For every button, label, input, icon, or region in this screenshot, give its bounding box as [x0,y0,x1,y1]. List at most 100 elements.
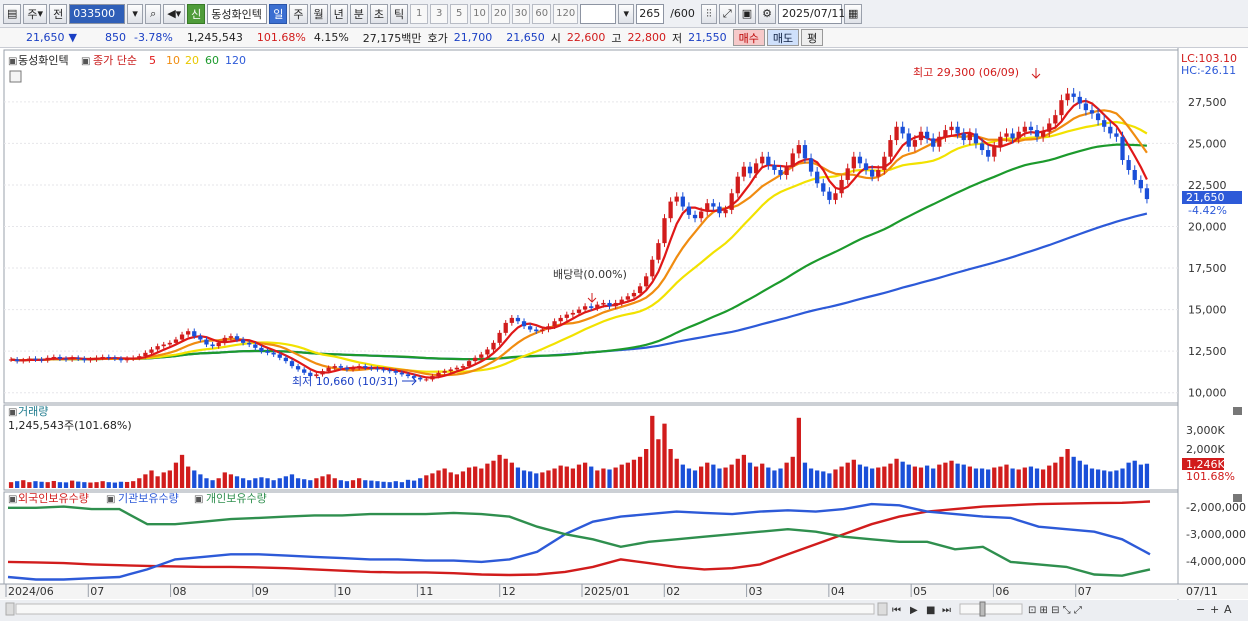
auto-scale-icon[interactable]: A [1224,603,1232,616]
volume-bar [570,468,576,488]
candle-body [82,358,87,361]
price-tick: 15,000 [1188,304,1227,317]
volume-bar [753,466,759,488]
volume-bar [876,467,881,488]
period-year[interactable]: 년 [329,3,348,24]
search-icon[interactable]: ⌕ [145,3,162,24]
minute-option-1[interactable]: 1 [410,3,429,24]
period-day[interactable]: 일 [269,3,288,24]
candle-body [357,366,362,368]
save-icon[interactable]: ▣ [737,3,757,24]
volume-bar [253,478,258,488]
volume-bar [76,481,81,488]
market-type-select[interactable]: 주 ▾ [23,3,48,24]
legend-ma60: 60 [205,54,219,67]
candle-body [1077,96,1082,104]
holdings-tick-2m: -2,000,000 [1186,501,1246,514]
minute-option-3[interactable]: 3 [430,3,449,24]
calendar-icon[interactable]: ▦ [844,3,863,24]
volume-bar [1016,469,1021,488]
zoom-icons[interactable]: ⊡ ⊞ ⊟ ⤡ ⤢ [1028,605,1082,616]
minute-option-20[interactable]: 20 [490,3,510,24]
chart-type-icon[interactable]: ⫶⫶ [700,3,717,24]
volume-bar [668,449,673,488]
volume-bar [326,474,331,488]
zoom-slider[interactable] [959,603,1023,615]
period-minute[interactable]: 분 [349,3,368,24]
minute-option-120[interactable]: 120 [553,3,579,24]
scroll-left-button[interactable] [5,602,15,616]
zoom-in-icon[interactable]: + [1210,603,1219,616]
hc-label: HC:-26.11 [1181,64,1236,77]
volume-bar [821,471,826,488]
candle-body [76,357,81,359]
minute-option-60[interactable]: 60 [532,3,552,24]
period-week[interactable]: 주 [289,3,308,24]
period-second[interactable]: 초 [369,3,389,24]
sell-button[interactable]: 매도 [766,29,800,46]
svg-text:▣: ▣ [8,494,17,505]
scroll-right-button[interactable] [877,602,888,616]
stock-code-input[interactable]: 033500 [69,3,126,24]
candle-body [1144,188,1150,200]
window-menu-icon[interactable]: ▤ [3,3,22,24]
stock-name-field[interactable]: 동성화인텍 [207,3,268,24]
candle-body [521,321,527,327]
period-tick[interactable]: 틱 [390,3,409,24]
candle-body [784,166,789,175]
candle-body [998,136,1003,147]
stop-icon[interactable]: ■ [926,605,935,616]
volume-bar [924,465,930,488]
candle-body [338,366,343,368]
volume-bar [705,462,710,488]
candle-body [393,371,398,373]
candle-body [986,150,991,157]
prev-button[interactable]: 전 [49,3,68,24]
code-dropdown-icon[interactable]: ▾ [127,3,144,24]
market-type-label: 주 [27,7,38,21]
evaluate-button[interactable]: 평 [801,29,824,46]
candle-body [1102,120,1107,127]
volume-bar [259,477,264,488]
candle-body [906,133,911,147]
volume-bar [332,478,337,488]
minute-option-10[interactable]: 10 [470,3,489,24]
custom-period-dropdown-icon[interactable]: ▾ [618,3,635,24]
date-input[interactable]: 2025/07/11 [778,3,845,24]
volume-bar [882,466,887,488]
play-back-icon[interactable]: ⏮ [892,605,901,616]
volume-panel-close-icon[interactable] [1233,407,1242,415]
candle-body [149,349,154,353]
zoom-slider-handle[interactable] [979,601,986,617]
volume-bar [540,472,545,488]
table-view-icon[interactable] [9,70,22,83]
ask-price-2: 21,650 [506,31,545,44]
candle-body [124,358,130,361]
speaker-icon[interactable]: ◀▾ [163,3,186,24]
volume-bar [558,465,563,488]
gear-icon[interactable]: ⚙ [758,3,776,24]
draw-tool-icon[interactable]: ⤢ [718,3,736,24]
volume-bar [680,464,685,488]
candle-body [240,339,246,343]
play-icon[interactable]: ▶ [910,605,918,616]
volume-bar [1120,468,1125,488]
volume-bar [601,468,606,488]
volume-bar [143,474,148,488]
minute-option-5[interactable]: 5 [450,3,469,24]
buy-button[interactable]: 매수 [732,29,765,46]
play-forward-icon[interactable]: ⏭ [942,605,951,616]
bar-count-input[interactable]: 265 [636,3,665,24]
price-tick: 17,500 [1188,262,1227,275]
zoom-out-icon[interactable]: − [1196,603,1205,616]
volume-bar [454,474,459,488]
period-month[interactable]: 월 [309,3,328,24]
candle-body [21,360,26,362]
minute-option-30[interactable]: 30 [511,3,531,24]
custom-period-input[interactable] [580,3,617,24]
bar-total-label: /600 [670,7,695,20]
volume-bar [595,470,600,488]
scroll-track[interactable] [15,603,875,615]
candle-body [827,191,832,200]
candle-body [570,312,576,315]
